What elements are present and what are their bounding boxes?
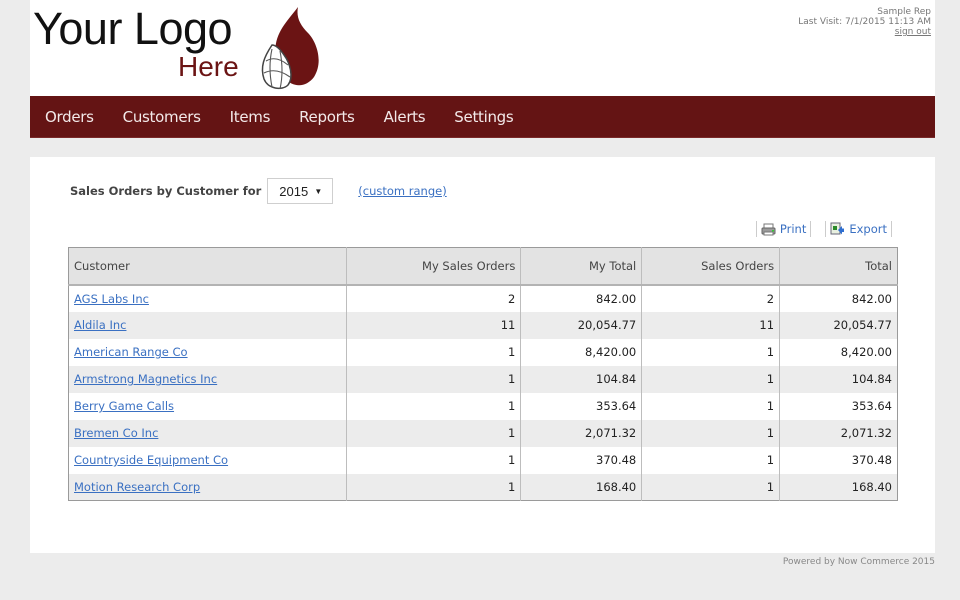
total-cell: 104.84 bbox=[779, 365, 898, 393]
dropdown-arrow-icon: ▼ bbox=[314, 186, 323, 196]
year-select-value: 2015 bbox=[279, 183, 309, 199]
nav-customers[interactable]: Customers bbox=[123, 108, 201, 126]
total-cell: 2,071.32 bbox=[779, 419, 898, 447]
my-total-cell: 8,420.00 bbox=[520, 338, 643, 366]
table-row: American Range Co 1 8,420.00 1 8,420.00 bbox=[68, 338, 898, 366]
my-sales-orders-cell: 1 bbox=[346, 446, 522, 474]
customer-link[interactable]: Motion Research Corp bbox=[74, 480, 200, 494]
total-cell: 20,054.77 bbox=[779, 311, 898, 339]
sales-orders-cell: 1 bbox=[641, 419, 781, 447]
total-cell: 353.64 bbox=[851, 399, 892, 413]
main-nav: Orders Customers Items Reports Alerts Se… bbox=[30, 96, 935, 138]
total-cell: 842.00 bbox=[851, 291, 892, 306]
divider bbox=[810, 221, 812, 237]
sales-orders-cell: 1 bbox=[641, 338, 781, 366]
customer-link[interactable]: Countryside Equipment Co bbox=[74, 453, 228, 467]
nav-items[interactable]: Items bbox=[230, 108, 271, 126]
footer-text: Powered by Now Commerce 2015 bbox=[782, 557, 935, 567]
table-row: Berry Game Calls 1 353.64 1 353.64 bbox=[68, 392, 898, 420]
table-row: Armstrong Magnetics Inc 1 104.84 1 104.8… bbox=[68, 365, 898, 393]
divider bbox=[891, 221, 892, 237]
my-sales-orders-cell: 1 bbox=[346, 419, 522, 447]
my-sales-orders-cell: 1 bbox=[346, 338, 522, 366]
nav-orders[interactable]: Orders bbox=[45, 108, 94, 126]
export-button[interactable]: Export bbox=[826, 222, 891, 236]
table-row: Aldila Inc 11 20,054.77 11 20,054.77 bbox=[68, 311, 898, 339]
last-visit: Last Visit: 7/1/2015 11:13 AM bbox=[798, 17, 931, 27]
my-total-cell: 104.84 bbox=[520, 365, 643, 393]
printer-icon bbox=[761, 223, 776, 235]
sales-orders-table: Customer My Sales Orders My Total Sales … bbox=[68, 247, 898, 501]
report-title: Sales Orders by Customer for bbox=[70, 184, 262, 198]
column-header-sales-orders[interactable]: Sales Orders bbox=[641, 247, 781, 286]
sales-orders-cell: 1 bbox=[641, 392, 781, 420]
total-cell: 370.48 bbox=[851, 453, 892, 467]
my-sales-orders-cell: 1 bbox=[346, 473, 522, 501]
nav-alerts[interactable]: Alerts bbox=[384, 108, 426, 126]
sales-orders-cell: 2 bbox=[641, 284, 781, 312]
column-header-my-total[interactable]: My Total bbox=[520, 247, 643, 286]
company-logo[interactable]: Your Logo Here bbox=[33, 3, 323, 95]
customer-link[interactable]: American Range Co bbox=[74, 345, 188, 359]
year-select[interactable]: 2015 ▼ bbox=[267, 178, 334, 204]
export-label: Export bbox=[849, 222, 887, 236]
last-visit-value: 7/1/2015 11:13 AM bbox=[844, 17, 931, 27]
my-total-cell: 20,054.77 bbox=[520, 311, 643, 339]
my-total-cell: 370.48 bbox=[520, 446, 643, 474]
last-visit-label: Last Visit: bbox=[798, 17, 843, 27]
logo-text-primary: Your Logo bbox=[33, 3, 233, 54]
column-header-my-sales-orders[interactable]: My Sales Orders bbox=[346, 247, 522, 286]
flame-globe-icon bbox=[261, 7, 319, 90]
print-label: Print bbox=[779, 222, 807, 236]
my-total-cell: 2,071.32 bbox=[520, 419, 643, 447]
user-info: Sample Rep Last Visit: 7/1/2015 11:13 AM… bbox=[798, 7, 931, 37]
my-sales-orders-cell: 2 bbox=[346, 284, 522, 312]
sales-orders-cell: 1 bbox=[641, 473, 781, 501]
customer-link[interactable]: Aldila Inc bbox=[74, 318, 126, 332]
customer-link[interactable]: Bremen Co Inc bbox=[74, 426, 158, 440]
table-header-row: Customer My Sales Orders My Total Sales … bbox=[68, 247, 898, 286]
column-header-total[interactable]: Total bbox=[779, 247, 898, 286]
custom-range-link[interactable]: (custom range) bbox=[358, 184, 446, 198]
sales-orders-cell: 1 bbox=[641, 446, 781, 474]
my-sales-orders-cell: 1 bbox=[346, 392, 522, 420]
sales-orders-cell: 1 bbox=[641, 365, 781, 393]
my-total-cell: 842.00 bbox=[520, 284, 643, 312]
table-row: AGS Labs Inc 2 842.00 2 842.00 bbox=[68, 284, 898, 312]
my-sales-orders-cell: 11 bbox=[346, 311, 522, 339]
page: Your Logo Here Sample Rep Last Visit: 7/… bbox=[30, 0, 935, 600]
customer-link[interactable]: Armstrong Magnetics Inc bbox=[74, 372, 217, 386]
report-toolbar: Print Export bbox=[755, 221, 892, 237]
sales-orders-cell: 11 bbox=[641, 311, 781, 339]
nav-reports[interactable]: Reports bbox=[299, 108, 355, 126]
my-total-cell: 168.40 bbox=[520, 473, 643, 501]
export-icon bbox=[830, 222, 845, 235]
table-row: Countryside Equipment Co 1 370.48 1 370.… bbox=[68, 446, 898, 474]
print-button[interactable]: Print bbox=[757, 222, 810, 236]
column-header-customer[interactable]: Customer bbox=[68, 247, 347, 286]
customer-link[interactable]: AGS Labs Inc bbox=[74, 292, 149, 306]
sign-out-link[interactable]: sign out bbox=[895, 27, 931, 37]
nav-settings[interactable]: Settings bbox=[454, 108, 513, 126]
my-total-cell: 353.64 bbox=[520, 392, 643, 420]
logo-text-secondary: Here bbox=[178, 51, 239, 82]
table-row: Bremen Co Inc 1 2,071.32 1 2,071.32 bbox=[68, 419, 898, 447]
my-sales-orders-cell: 1 bbox=[346, 365, 522, 393]
report-panel: Sales Orders by Customer for 2015 ▼ (cus… bbox=[30, 157, 935, 553]
customer-link[interactable]: Berry Game Calls bbox=[74, 399, 174, 413]
table-row: Motion Research Corp 1 168.40 1 168.40 bbox=[68, 473, 898, 501]
total-cell: 8,420.00 bbox=[840, 345, 892, 359]
report-filter: Sales Orders by Customer for 2015 ▼ (cus… bbox=[70, 178, 447, 204]
total-cell: 168.40 bbox=[779, 473, 898, 501]
header: Your Logo Here Sample Rep Last Visit: 7/… bbox=[30, 0, 935, 96]
user-name: Sample Rep bbox=[877, 7, 931, 17]
